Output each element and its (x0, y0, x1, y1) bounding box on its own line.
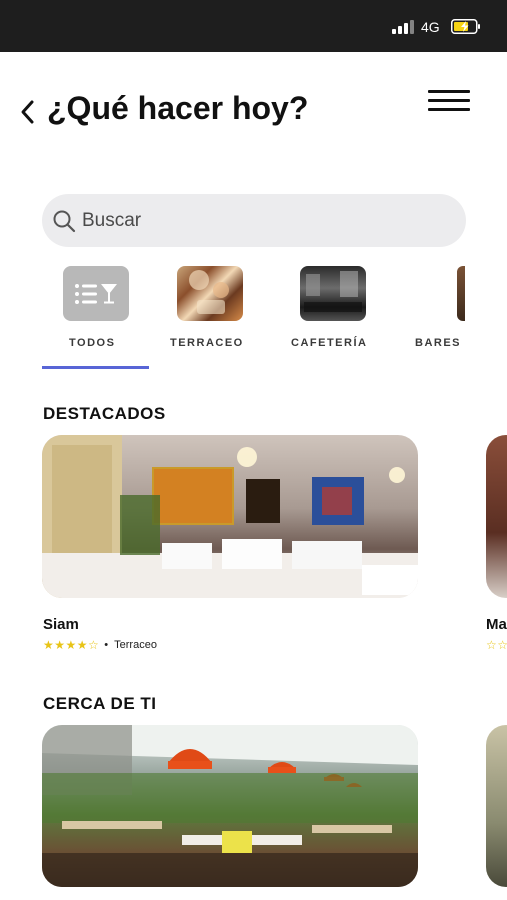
search-icon (53, 210, 76, 233)
restaurant-name[interactable]: Ma (486, 616, 507, 633)
rating-stars: ☆☆ (486, 638, 507, 652)
featured-section-title: DESTACADOS (43, 404, 166, 423)
category-label-cafeteria[interactable]: CAFETERÍA (291, 337, 367, 349)
bares-thumbnail (457, 266, 465, 321)
network-label: 4G (421, 19, 440, 35)
category-bares[interactable] (457, 266, 465, 321)
category-label-bares[interactable]: BARES (415, 337, 461, 349)
category-label-todos[interactable]: TODOS (69, 337, 115, 349)
terraceo-thumbnail (177, 266, 243, 321)
back-chevron-icon[interactable] (18, 98, 38, 126)
battery-charging-icon (451, 19, 480, 34)
active-tab-indicator (42, 366, 149, 369)
restaurant-name[interactable]: Siam (43, 616, 79, 633)
category-label-terraceo[interactable]: TERRACEO (170, 337, 244, 349)
category-cafeteria[interactable] (300, 266, 366, 321)
restaurant-meta: ☆☆ (486, 638, 507, 652)
restaurant-category: Terraceo (114, 639, 157, 651)
search-bar[interactable]: Buscar (42, 194, 466, 247)
signal-icon (392, 20, 414, 34)
restaurant-card-image[interactable] (42, 435, 418, 598)
restaurant-card-image[interactable] (486, 725, 507, 887)
cafeteria-thumbnail (300, 266, 366, 321)
status-bar: 4G (0, 0, 507, 52)
rating-stars: ★★★★☆ (43, 638, 100, 652)
restaurant-card-image[interactable] (42, 725, 418, 887)
nearby-section-title: CERCA DE TI (43, 694, 157, 713)
restaurant-meta: ★★★★☆ • Terraceo (43, 638, 157, 652)
list-filter-icon (63, 266, 129, 321)
page-title: ¿Qué hacer hoy? (47, 90, 309, 126)
restaurant-card-image[interactable] (486, 435, 507, 598)
hamburger-menu-icon[interactable] (428, 90, 470, 112)
search-placeholder: Buscar (82, 210, 142, 231)
category-todos[interactable] (63, 266, 129, 321)
category-terraceo[interactable] (177, 266, 243, 321)
